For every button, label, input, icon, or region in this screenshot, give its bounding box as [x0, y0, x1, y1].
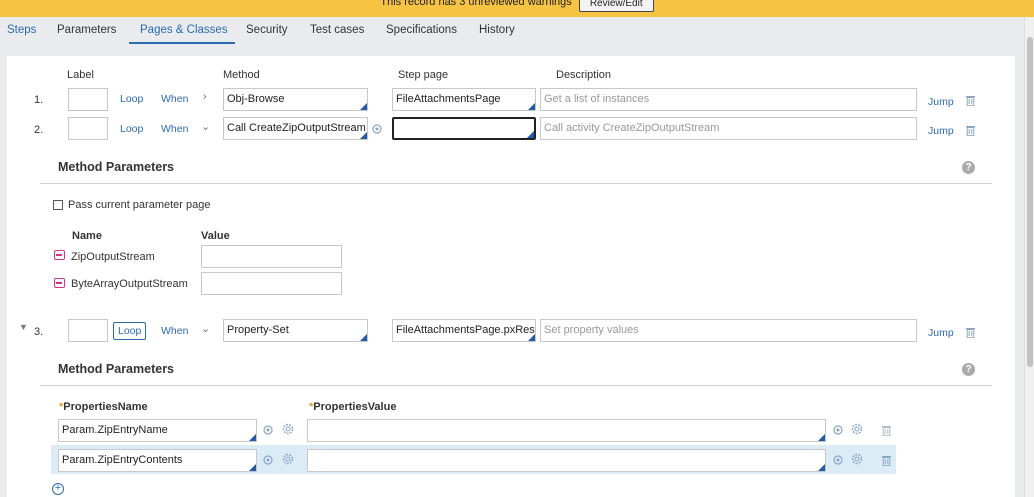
gear-icon[interactable]: [282, 423, 294, 435]
when-link[interactable]: When: [161, 123, 188, 135]
tab-pages-classes[interactable]: Pages & Classes: [140, 24, 228, 36]
param-value-input[interactable]: [201, 245, 342, 268]
jump-link[interactable]: Jump: [928, 96, 954, 108]
step-number: 2.: [34, 124, 44, 136]
step-label-input[interactable]: [68, 319, 108, 342]
section-title: Method Parameters: [58, 160, 175, 174]
jump-link[interactable]: Jump: [928, 327, 954, 339]
when-link[interactable]: When: [161, 325, 188, 337]
section-title: Method Parameters: [58, 362, 175, 376]
trash-icon[interactable]: [966, 125, 975, 136]
target-icon[interactable]: [832, 424, 844, 436]
tab-bar: Steps Parameters Pages & Classes Securit…: [0, 17, 1024, 45]
chevron-right-icon[interactable]: ›: [203, 91, 207, 103]
tab-steps[interactable]: Steps: [7, 24, 36, 36]
param-name: ByteArrayOutputStream: [71, 278, 188, 290]
trash-icon[interactable]: [966, 95, 975, 106]
tab-test-cases[interactable]: Test cases: [310, 24, 364, 36]
method-input[interactable]: Obj-Browse: [223, 88, 368, 111]
property-value-input[interactable]: [307, 419, 826, 442]
gear-icon[interactable]: [282, 453, 294, 465]
warning-bar: This record has 3 unreviewed warnings Re…: [0, 0, 1034, 17]
scrollbar-thumb[interactable]: [1027, 37, 1033, 367]
description-input[interactable]: Set property values: [540, 319, 917, 342]
tab-security[interactable]: Security: [246, 24, 288, 36]
vertical-scrollbar[interactable]: [1024, 17, 1034, 497]
add-row-icon[interactable]: +: [52, 483, 64, 495]
step-page-input[interactable]: FileAttachmentsPage.pxResults: [392, 319, 536, 342]
tab-history[interactable]: History: [479, 24, 515, 36]
when-link[interactable]: When: [161, 93, 188, 105]
tab-active-underline: [129, 42, 235, 44]
step-number: 1.: [34, 94, 44, 106]
pass-current-checkbox[interactable]: [53, 200, 63, 210]
loop-link[interactable]: Loop: [120, 123, 143, 135]
steps-panel: Label Method Step page Description 1. Lo…: [7, 56, 1015, 497]
step-label-input[interactable]: [68, 88, 108, 111]
page-icon: [54, 278, 65, 288]
step-page-input[interactable]: [392, 117, 536, 140]
jump-link[interactable]: Jump: [928, 125, 954, 137]
collapse-triangle-icon[interactable]: ▼: [19, 322, 28, 332]
trash-icon[interactable]: [882, 425, 891, 436]
properties-name-header: *PropertiesName: [59, 401, 148, 413]
step-label-input[interactable]: [68, 117, 108, 140]
trash-icon[interactable]: [966, 327, 975, 338]
name-header: Name: [72, 230, 102, 242]
column-method: Method: [223, 69, 260, 81]
help-icon[interactable]: ?: [962, 363, 975, 376]
target-icon[interactable]: [371, 123, 383, 135]
target-icon[interactable]: [262, 454, 274, 466]
chevron-down-icon[interactable]: ⌄: [201, 120, 210, 133]
warning-text: This record has 3 unreviewed warnings: [380, 0, 572, 8]
chevron-down-icon[interactable]: ⌄: [201, 322, 210, 335]
method-input[interactable]: Property-Set: [223, 319, 368, 342]
column-label: Label: [67, 69, 94, 81]
param-name: ZipOutputStream: [71, 251, 155, 263]
review-edit-button[interactable]: Review/Edit: [578, 0, 654, 12]
step-number: 3.: [34, 326, 44, 338]
tab-parameters[interactable]: Parameters: [57, 24, 116, 36]
column-step-page: Step page: [398, 69, 449, 81]
page-icon: [54, 250, 65, 260]
step-page-input[interactable]: FileAttachmentsPage: [392, 88, 536, 111]
target-icon[interactable]: [262, 424, 274, 436]
property-name-input[interactable]: Param.ZipEntryName: [58, 419, 257, 442]
property-value-input[interactable]: [307, 449, 826, 472]
description-input[interactable]: Get a list of instances: [540, 88, 917, 111]
trash-icon[interactable]: [882, 455, 891, 466]
loop-link[interactable]: Loop: [120, 93, 143, 105]
loop-button[interactable]: Loop: [113, 322, 147, 340]
gear-icon[interactable]: [851, 453, 863, 465]
help-icon[interactable]: ?: [962, 161, 975, 174]
target-icon[interactable]: [832, 454, 844, 466]
column-description: Description: [556, 69, 612, 81]
pass-current-label: Pass current parameter page: [68, 199, 211, 211]
properties-value-header: *PropertiesValue: [309, 401, 397, 413]
property-name-input[interactable]: Param.ZipEntryContents: [58, 449, 257, 472]
param-value-input[interactable]: [201, 272, 342, 295]
method-input[interactable]: Call CreateZipOutputStream: [223, 117, 368, 140]
gear-icon[interactable]: [851, 423, 863, 435]
divider: [40, 183, 992, 184]
value-header: Value: [201, 230, 230, 242]
divider: [40, 385, 992, 386]
tab-specifications[interactable]: Specifications: [386, 24, 457, 36]
description-input[interactable]: Call activity CreateZipOutputStream: [540, 117, 917, 140]
